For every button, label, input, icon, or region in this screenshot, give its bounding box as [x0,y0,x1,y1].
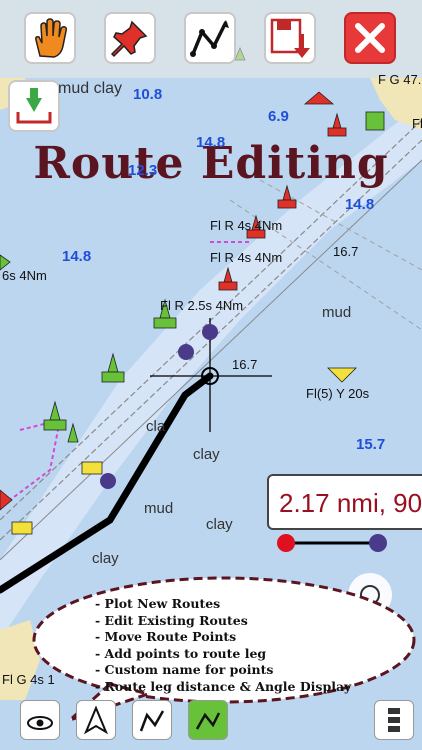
light-label: Fl R 2.5s 4Nm [160,298,244,313]
navigation-arrow-icon [83,705,109,735]
save-route-icon [270,18,310,58]
depth-sounding: 6.9 [268,108,289,125]
light-label: Fl(5) Y 20s [306,386,370,401]
view-button[interactable] [20,700,60,740]
feature-item: - Add points to route leg [95,645,267,661]
depth-sounding: 10.8 [133,86,163,103]
light-label: Fl [412,116,422,131]
route-icon [190,20,229,57]
feature-item: - Move Route Points [95,629,237,644]
place-marker-button[interactable] [104,12,156,64]
menu-button[interactable] [374,700,414,740]
depth-sounding: 14.8 [62,248,92,265]
seabed-label: mud [322,304,352,321]
depth-sounding: 15.7 [356,436,386,453]
distance-readout-text: 2.17 nmi, 90 [279,488,422,518]
feature-item: - Edit Existing Routes [95,612,248,628]
depth-sounding: 14.8 [196,134,226,151]
depth-sounding: 16.7 [232,357,258,372]
seabed-label: cla [146,418,166,435]
feature-item: - Custom name for points [95,662,274,677]
light-label: F G 47.9 [378,72,422,87]
close-button[interactable] [344,12,396,64]
depth-sounding: 14.8 [345,196,375,213]
eye-icon [27,716,53,730]
close-icon [355,23,385,53]
pan-tool-button[interactable] [24,12,76,64]
depth-sounding: 16.7 [333,244,359,259]
route-tool-button[interactable] [184,12,236,64]
distance-readout: 2.17 nmi, 90 [267,474,422,530]
light-label: Fl R 4s 4Nm [210,250,283,265]
depth-sounding: 12.3 [128,162,158,179]
layer-icon [195,712,221,730]
feature-item: - Plot New Routes [95,596,221,611]
feature-item: - Route leg distance & Angle Display [95,678,352,694]
import-icon [16,88,52,124]
save-route-button[interactable] [264,12,316,64]
seabed-label: clay [92,550,119,567]
seabed-label: clay [193,446,220,463]
layer-button[interactable] [188,700,228,740]
seabed-label: clay [206,516,233,533]
chart-tool-button[interactable] [132,700,172,740]
pushpin-icon [110,20,148,58]
light-label: 6s 4Nm [2,268,47,283]
light-label: Fl R 4s 4Nm [210,218,283,233]
menu-icon [388,708,400,732]
navigation-button[interactable] [76,700,116,740]
feature-list: - Plot New Routes - Edit Existing Routes… [95,596,351,695]
seabed-label: mud clay [58,80,123,97]
seabed-label: mud [144,500,174,517]
hand-icon [35,18,68,58]
import-button[interactable] [8,80,60,132]
chart-tool-icon [139,710,165,732]
